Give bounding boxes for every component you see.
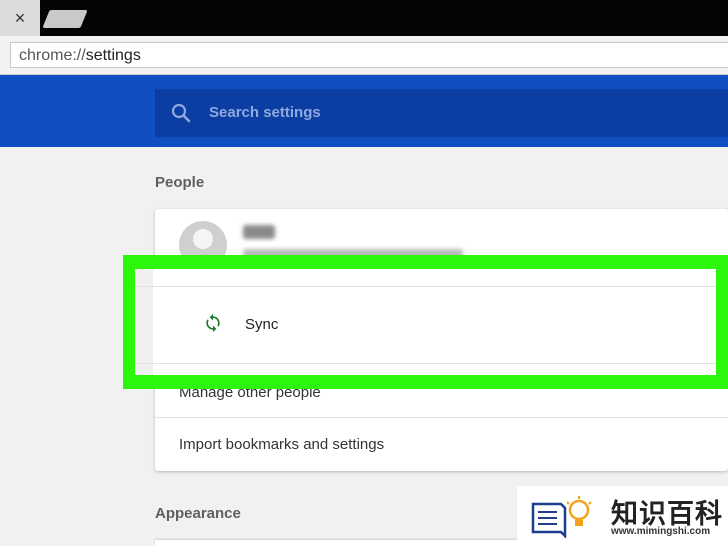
highlight-frame: Sync [123, 255, 728, 389]
url-host: settings [85, 47, 141, 64]
search-input[interactable]: Search settings [209, 104, 321, 121]
sync-row[interactable]: Sync [135, 269, 716, 375]
import-bookmarks-label: Import bookmarks and settings [179, 436, 385, 453]
sync-label: Sync [245, 316, 279, 333]
search-box[interactable]: Search settings [155, 89, 728, 137]
omnibox-url: chrome://settings [19, 47, 141, 65]
watermark-logo: 知识百科 www.mimingshi.com [517, 486, 728, 546]
tab-strip: × [0, 0, 728, 36]
address-bar: chrome://settings [0, 36, 728, 75]
watermark-url: www.mimingshi.com [611, 526, 711, 537]
omnibox[interactable]: chrome://settings [10, 42, 728, 68]
account-name-blurred [243, 225, 275, 239]
import-bookmarks-row[interactable]: Import bookmarks and settings [155, 417, 728, 472]
settings-header: Search settings [0, 75, 728, 147]
search-icon [171, 103, 191, 123]
close-icon: × [14, 8, 26, 28]
sync-icon [206, 313, 220, 333]
tab-close-button[interactable]: × [0, 0, 40, 36]
people-section-title: People [155, 174, 205, 191]
url-scheme: chrome:// [19, 47, 86, 64]
appearance-section-title: Appearance [155, 505, 241, 522]
book-lightbulb-icon [531, 496, 592, 538]
new-tab-button[interactable] [42, 10, 88, 28]
